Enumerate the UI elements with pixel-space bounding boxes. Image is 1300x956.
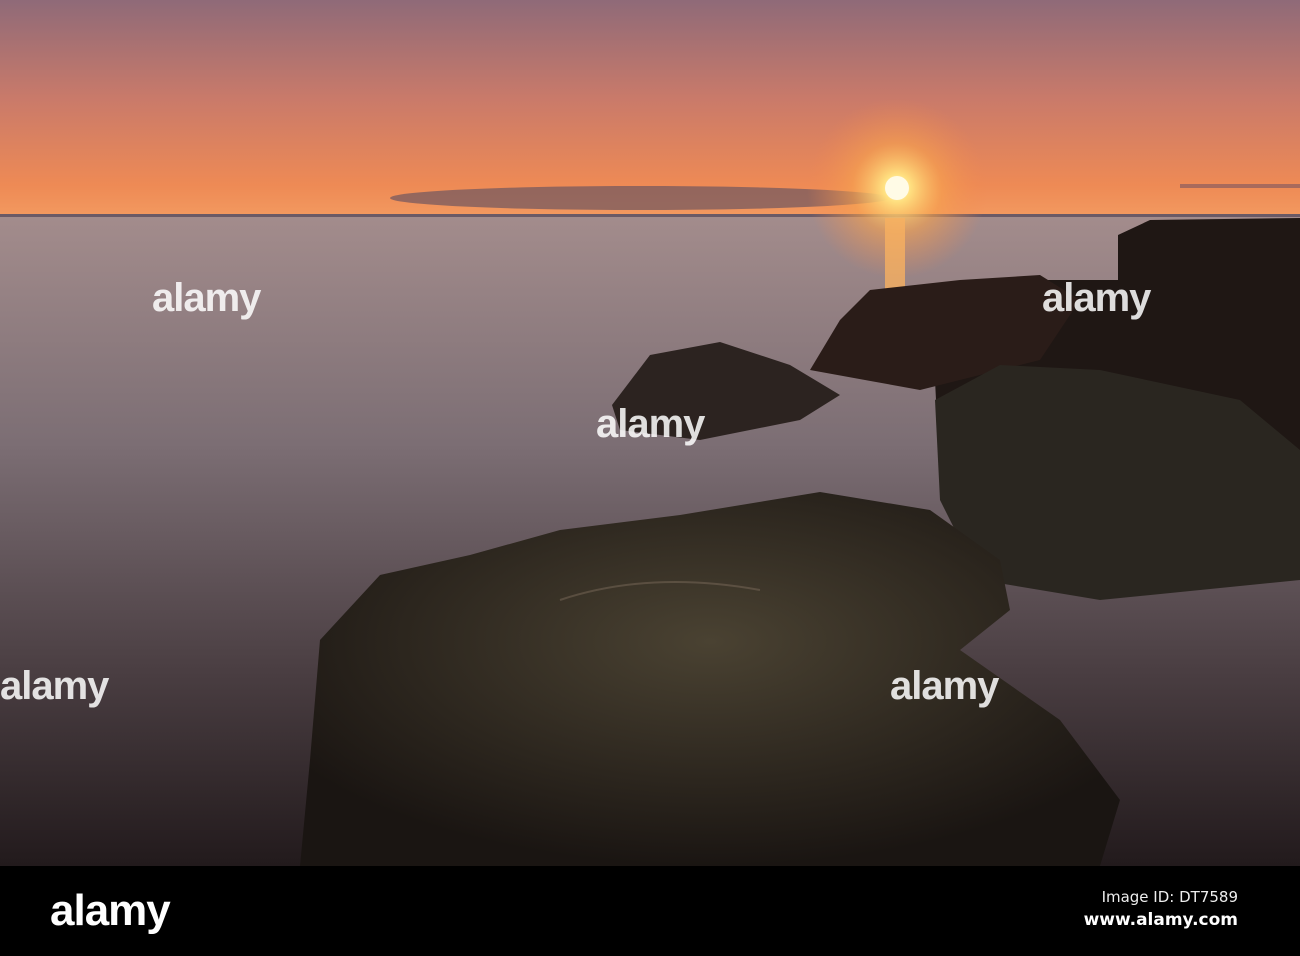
- watermark: alamy: [0, 664, 109, 708]
- footer-bar: alamy Image ID: DT7589 www.alamy.com: [0, 866, 1300, 956]
- sun: [885, 176, 909, 200]
- site-url[interactable]: www.alamy.com: [1084, 910, 1238, 930]
- watermark: alamy: [890, 664, 999, 708]
- watermark: alamy: [596, 402, 705, 446]
- image-id: Image ID: DT7589: [1101, 888, 1238, 906]
- alamy-logo: alamy: [50, 886, 171, 935]
- watermark: alamy: [1042, 276, 1151, 320]
- sun-reflection: [885, 218, 905, 293]
- sky: [0, 0, 1300, 218]
- stock-photo-page: alamy alamy alamy alamy alamy alamy Imag…: [0, 0, 1300, 956]
- watermark: alamy: [152, 276, 261, 320]
